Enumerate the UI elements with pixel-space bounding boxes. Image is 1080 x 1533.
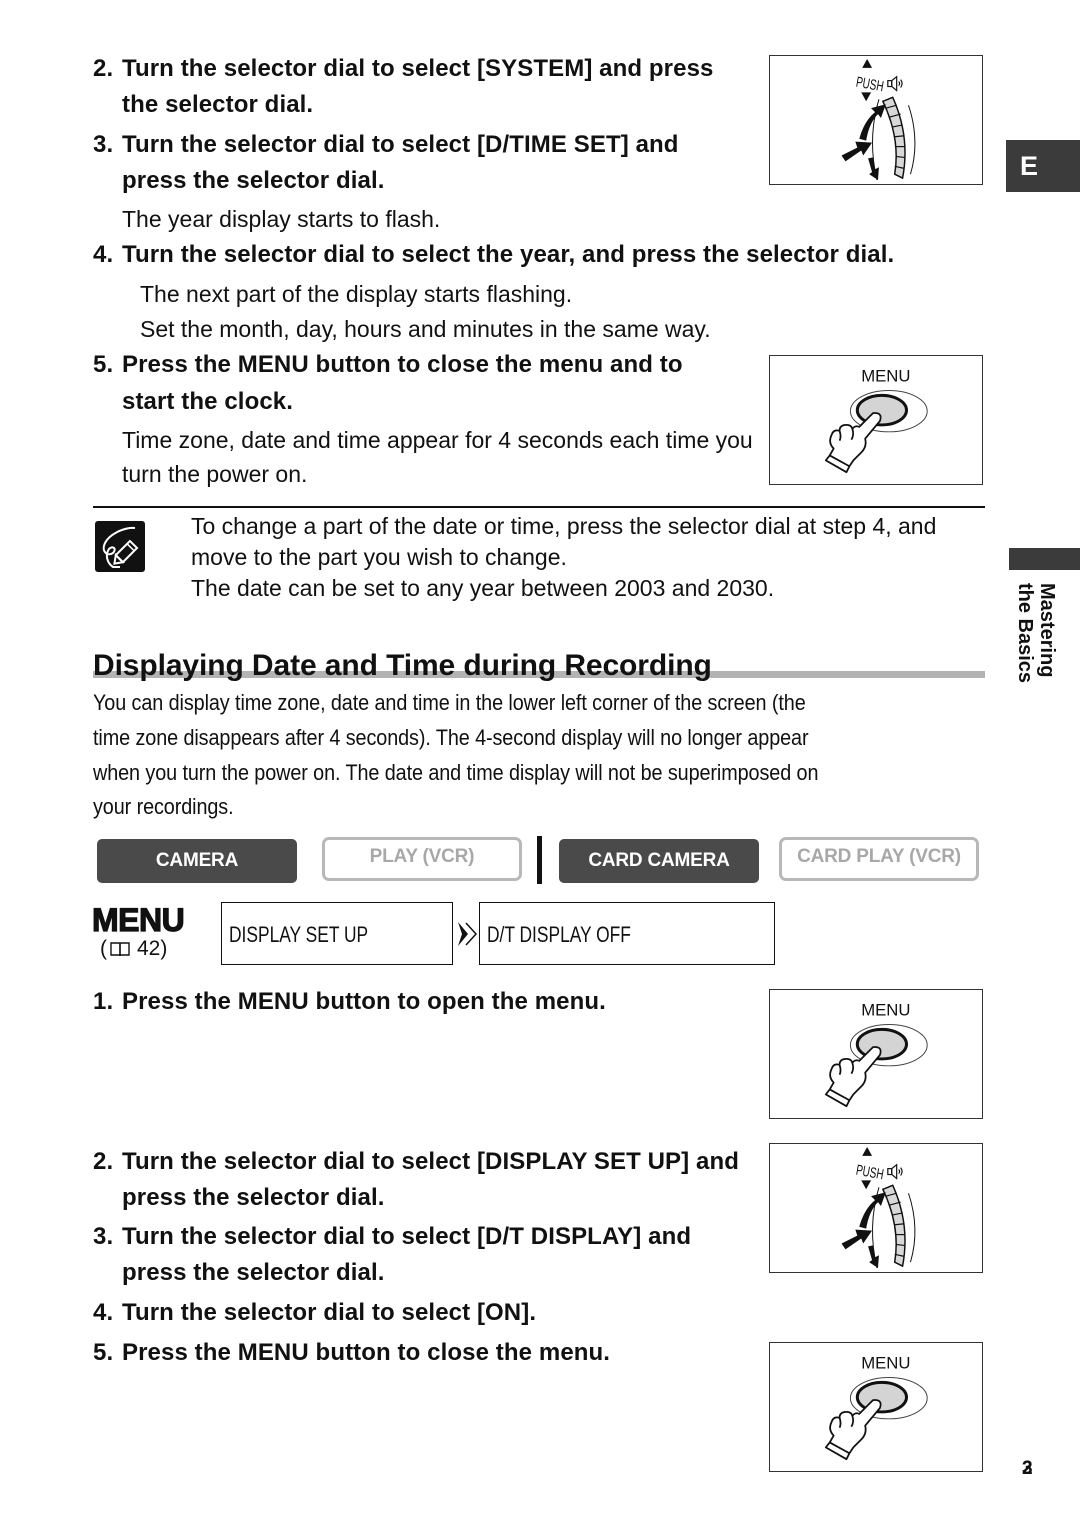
step-number: 2. — [93, 55, 114, 82]
mode-label: CARD CAMERA — [588, 850, 730, 871]
paragraph-line: when you turn the power on. The date and… — [93, 760, 819, 785]
pencil-note-icon — [95, 521, 145, 572]
section-tab-line: the Basics — [1014, 583, 1036, 684]
dial-arc-right — [908, 105, 916, 175]
menu-path-label: DISPLAY SET UP — [229, 922, 369, 947]
hand-icon — [824, 1399, 882, 1461]
menu-press-icon: MENU — [824, 367, 928, 474]
note-text: The date can be set to any year between … — [191, 575, 775, 601]
step-number: 2. — [93, 1148, 114, 1175]
menu-label: MENU — [861, 367, 910, 386]
section-tab-label: Mastering the Basics — [1014, 583, 1058, 683]
menu-logo: MENU — [91, 902, 185, 939]
step-text: press the selector dial. — [122, 1184, 385, 1211]
menu-press-icon: MENU — [824, 1001, 928, 1108]
section-divider — [93, 506, 985, 508]
step-text: press the selector dial. — [122, 167, 385, 194]
mode-label: CARD PLAY (VCR) — [797, 846, 961, 867]
down-triangle-icon — [861, 92, 872, 102]
selector-dial-icon: PUSH — [841, 1146, 916, 1269]
paragraph-line: You can display time zone, date and time… — [93, 690, 806, 715]
mode-card-camera: CARD CAMERA — [559, 839, 759, 883]
step-text: Turn the selector dial to select [DISPLA… — [122, 1148, 739, 1175]
hand-icon — [824, 412, 882, 474]
selector-dial-illustration: PUSH — [769, 55, 983, 185]
press-arrow-icon — [841, 141, 873, 162]
paragraph-line: time zone disappears after 4 seconds). T… — [93, 725, 809, 750]
mode-label: PLAY (VCR) — [369, 846, 475, 867]
mode-card-play-vcr: CARD PLAY (VCR) — [779, 837, 979, 881]
dial-arc-right — [908, 1193, 916, 1263]
selector-dial-icon: PUSH — [841, 58, 916, 181]
up-triangle-icon — [862, 1146, 873, 1156]
book-icon — [110, 942, 130, 957]
mode-label: CAMERA — [155, 850, 239, 871]
menu-press-icon: MENU — [824, 1354, 928, 1461]
menu-path-item: D/T DISPLAY OFF — [479, 902, 775, 965]
dial-body — [881, 96, 906, 180]
step-text: Turn the selector dial to select [SYSTEM… — [122, 55, 714, 82]
step-number: 3. — [93, 1223, 114, 1250]
ref-open: ( — [100, 937, 107, 960]
step-number: 1. — [93, 988, 114, 1015]
step-text: Press the MENU button to close the menu … — [122, 351, 683, 378]
step-text: Turn the selector dial to select [D/T DI… — [122, 1223, 692, 1250]
double-chevron-icon — [458, 922, 478, 946]
section-heading: Displaying Date and Time during Recordin… — [93, 649, 712, 682]
step-text: start the clock. — [122, 388, 293, 415]
paragraph-line: your recordings. — [93, 794, 234, 819]
menu-path-label: D/T DISPLAY OFF — [487, 922, 631, 947]
step-note: turn the power on. — [122, 461, 308, 487]
mode-separator — [537, 836, 542, 884]
step-number: 5. — [93, 1339, 114, 1366]
language-tab: E — [1006, 140, 1080, 192]
step-text: press the selector dial. — [122, 1259, 385, 1286]
step-number: 5. — [93, 351, 114, 378]
menu-label: MENU — [861, 1354, 910, 1373]
mode-play-vcr: PLAY (VCR) — [322, 837, 522, 881]
press-arrow-icon — [841, 1229, 873, 1250]
speaker-icon — [887, 75, 903, 92]
step-text: Turn the selector dial to select [D/TIME… — [122, 131, 679, 158]
step-note: The year display starts to flash. — [122, 206, 441, 232]
step-text: Turn the selector dial to select the yea… — [122, 241, 895, 268]
step-text: the selector dial. — [122, 91, 314, 118]
ref-page: 42) — [137, 937, 168, 960]
menu-button-illustration: MENU — [769, 355, 983, 485]
turn-down-arrow-icon — [868, 157, 879, 181]
section-tab-line: Mastering — [1036, 583, 1058, 678]
step-note: The next part of the display starts flas… — [140, 281, 573, 307]
up-triangle-icon — [862, 58, 873, 68]
section-tab-bar — [1009, 548, 1080, 570]
turn-down-arrow-icon — [868, 1245, 879, 1269]
menu-button-illustration: MENU — [769, 1342, 983, 1472]
menu-button-illustration: MENU — [769, 989, 983, 1119]
menu-page-reference: ( 42) — [100, 937, 167, 961]
step-number: 4. — [93, 1299, 114, 1326]
note-text: To change a part of the date or time, pr… — [191, 513, 937, 539]
dial-body — [881, 1184, 906, 1268]
manual-page: E Mastering the Basics 2. Turn the selec… — [0, 0, 1080, 1533]
push-label: PUSH — [855, 1162, 885, 1183]
language-tab-label: E — [1020, 150, 1039, 181]
step-text: Turn the selector dial to select [ON]. — [122, 1299, 537, 1326]
push-label: PUSH — [855, 74, 885, 95]
step-text: Press the MENU button to close the menu. — [122, 1339, 611, 1366]
step-text: Press the MENU button to open the menu. — [122, 988, 606, 1015]
mode-camera: CAMERA — [97, 839, 297, 883]
menu-label: MENU — [861, 1001, 910, 1020]
step-number: 4. — [93, 241, 114, 268]
step-note: Time zone, date and time appear for 4 se… — [122, 427, 753, 453]
step-number: 3. — [93, 131, 114, 158]
step-note: Set the month, day, hours and minutes in… — [140, 316, 711, 342]
menu-path-item: DISPLAY SET UP — [221, 902, 453, 965]
down-triangle-icon — [861, 1180, 872, 1190]
note-text: move to the part you wish to change. — [191, 544, 567, 570]
hand-icon — [824, 1046, 882, 1108]
speaker-icon — [887, 1163, 903, 1180]
selector-dial-illustration: PUSH — [769, 1143, 983, 1273]
